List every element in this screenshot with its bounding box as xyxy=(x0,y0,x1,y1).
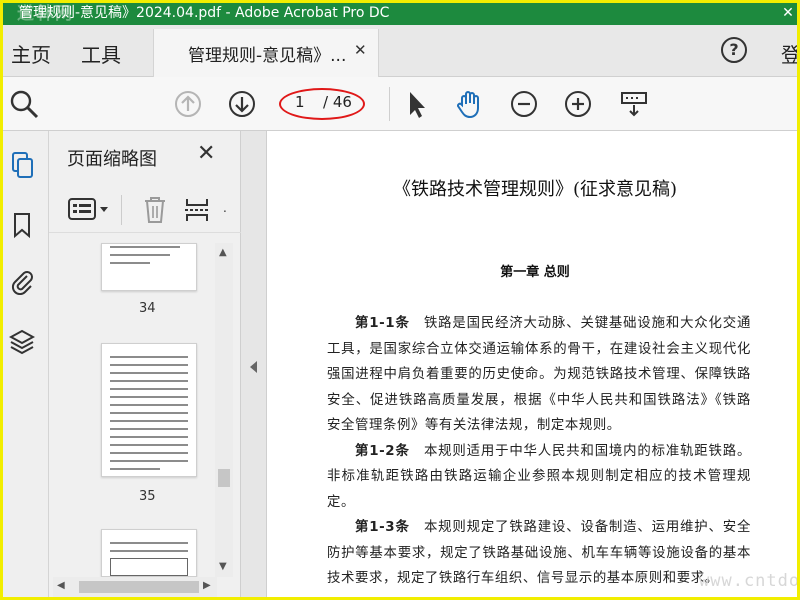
article-label: 第1-1条 xyxy=(355,316,410,331)
layers-icon[interactable] xyxy=(9,327,35,355)
panel-toolbar-divider xyxy=(121,195,122,225)
scroll-up-arrow[interactable]: ▲ xyxy=(219,247,227,258)
zoom-in-icon[interactable] xyxy=(561,87,595,121)
page-indicator[interactable]: 1 / 46 xyxy=(279,88,365,120)
attachment-icon[interactable] xyxy=(9,267,35,295)
search-icon[interactable] xyxy=(7,87,41,121)
document-title: 《铁路技术管理规则》(征求意见稿) xyxy=(392,179,678,200)
document-body: 第1-1条 铁路是国民经济大动脉、关键基础设施和大众化交通工具，是国家综合立体交… xyxy=(327,311,751,592)
title-bar: 管理规则-意见稿》2024.04.pdf - Adobe Acrobat Pro… xyxy=(3,3,797,25)
toolbar-divider xyxy=(389,87,390,121)
document-view[interactable]: 《铁路技术管理规则》(征求意见稿) 第一章 总则 第1-1条 铁路是国民经济大动… xyxy=(267,131,800,597)
previous-page-icon[interactable] xyxy=(171,87,205,121)
page-thumbnail[interactable] xyxy=(101,529,197,577)
hand-tool-icon[interactable] xyxy=(453,87,487,121)
window-title: 管理规则-意见稿》2024.04.pdf - Adobe Acrobat Pro… xyxy=(19,5,390,21)
options-menu-icon[interactable] xyxy=(67,195,111,223)
tab-bar: 主页 工具 管理规则-意见稿》... ✕ ? 登 xyxy=(3,25,797,77)
scrollbar-thumb[interactable] xyxy=(218,469,230,487)
thumbnail-page-number: 35 xyxy=(139,489,156,504)
tab-document-label: 管理规则-意见稿》... xyxy=(188,46,347,66)
panel-title: 页面缩略图 xyxy=(67,149,157,170)
bookmark-icon[interactable] xyxy=(9,211,35,239)
article-paragraph: 第1-3条 本规则规定了铁路建设、设备制造、运用维护、安全防护等基本要求，规定了… xyxy=(327,515,751,592)
panel-toolbar: . xyxy=(49,187,241,233)
help-icon[interactable]: ? xyxy=(721,37,747,63)
scroll-down-arrow[interactable]: ▼ xyxy=(219,561,227,572)
scrollbar-thumb[interactable] xyxy=(79,581,199,593)
zoom-out-icon[interactable] xyxy=(507,87,541,121)
insert-page-icon[interactable] xyxy=(183,195,211,225)
thumbnail-horizontal-scrollbar[interactable]: ◀ ▶ xyxy=(53,577,217,597)
article-label: 第1-3条 xyxy=(355,520,410,535)
thumbnail-vertical-scrollbar[interactable]: ▲ ▼ xyxy=(215,243,233,577)
red-annotation-ellipse xyxy=(279,88,365,120)
navigation-rail xyxy=(3,131,49,597)
window-close-button[interactable]: ✕ xyxy=(773,3,797,25)
watermark-logo: 道林网 xyxy=(17,4,74,24)
toolbar: 1 / 46 xyxy=(3,77,797,131)
tab-tools[interactable]: 工具 xyxy=(81,39,121,68)
page-thumbnail[interactable] xyxy=(101,343,197,477)
article-paragraph: 第1-1条 铁路是国民经济大动脉、关键基础设施和大众化交通工具，是国家综合立体交… xyxy=(327,311,751,439)
tab-close-button[interactable]: ✕ xyxy=(354,41,367,59)
sign-in-link[interactable]: 登 xyxy=(781,39,797,68)
article-label: 第1-2条 xyxy=(355,443,410,459)
tab-home[interactable]: 主页 xyxy=(11,39,51,68)
panel-close-button[interactable]: ✕ xyxy=(197,141,215,166)
article-paragraph: 第1-2条 本规则适用于中华人民共和国境内的标准轨距铁路。非标准轨距铁路由铁路运… xyxy=(327,439,751,516)
chapter-heading: 第一章 总则 xyxy=(500,265,570,280)
collapse-arrow-icon xyxy=(250,361,257,373)
thumbnail-page-number: 34 xyxy=(139,301,156,316)
app-window: 管理规则-意见稿》2024.04.pdf - Adobe Acrobat Pro… xyxy=(0,0,800,600)
thumbnail-panel: 页面缩略图 ✕ . 34 35 ▲ ▼ ◀ ▶ xyxy=(49,131,241,597)
scroll-left-arrow[interactable]: ◀ xyxy=(57,580,65,591)
page-thumbnails-icon[interactable] xyxy=(9,151,35,179)
scroll-right-arrow[interactable]: ▶ xyxy=(203,580,211,591)
tab-document[interactable]: 管理规则-意见稿》... ✕ xyxy=(153,29,379,77)
page-thumbnail[interactable] xyxy=(101,243,197,291)
trash-icon[interactable] xyxy=(141,195,169,225)
select-cursor-icon[interactable] xyxy=(399,87,433,121)
next-page-icon[interactable] xyxy=(225,87,259,121)
site-watermark: www.cntdo.com xyxy=(699,571,800,591)
page-display-icon[interactable] xyxy=(617,87,651,121)
more-tools-indicator[interactable]: . xyxy=(223,201,227,215)
panel-collapse-handle[interactable] xyxy=(241,131,267,597)
article-text: 铁路是国民经济大动脉、关键基础设施和大众化交通工具，是国家综合立体交通运输体系的… xyxy=(327,316,751,433)
